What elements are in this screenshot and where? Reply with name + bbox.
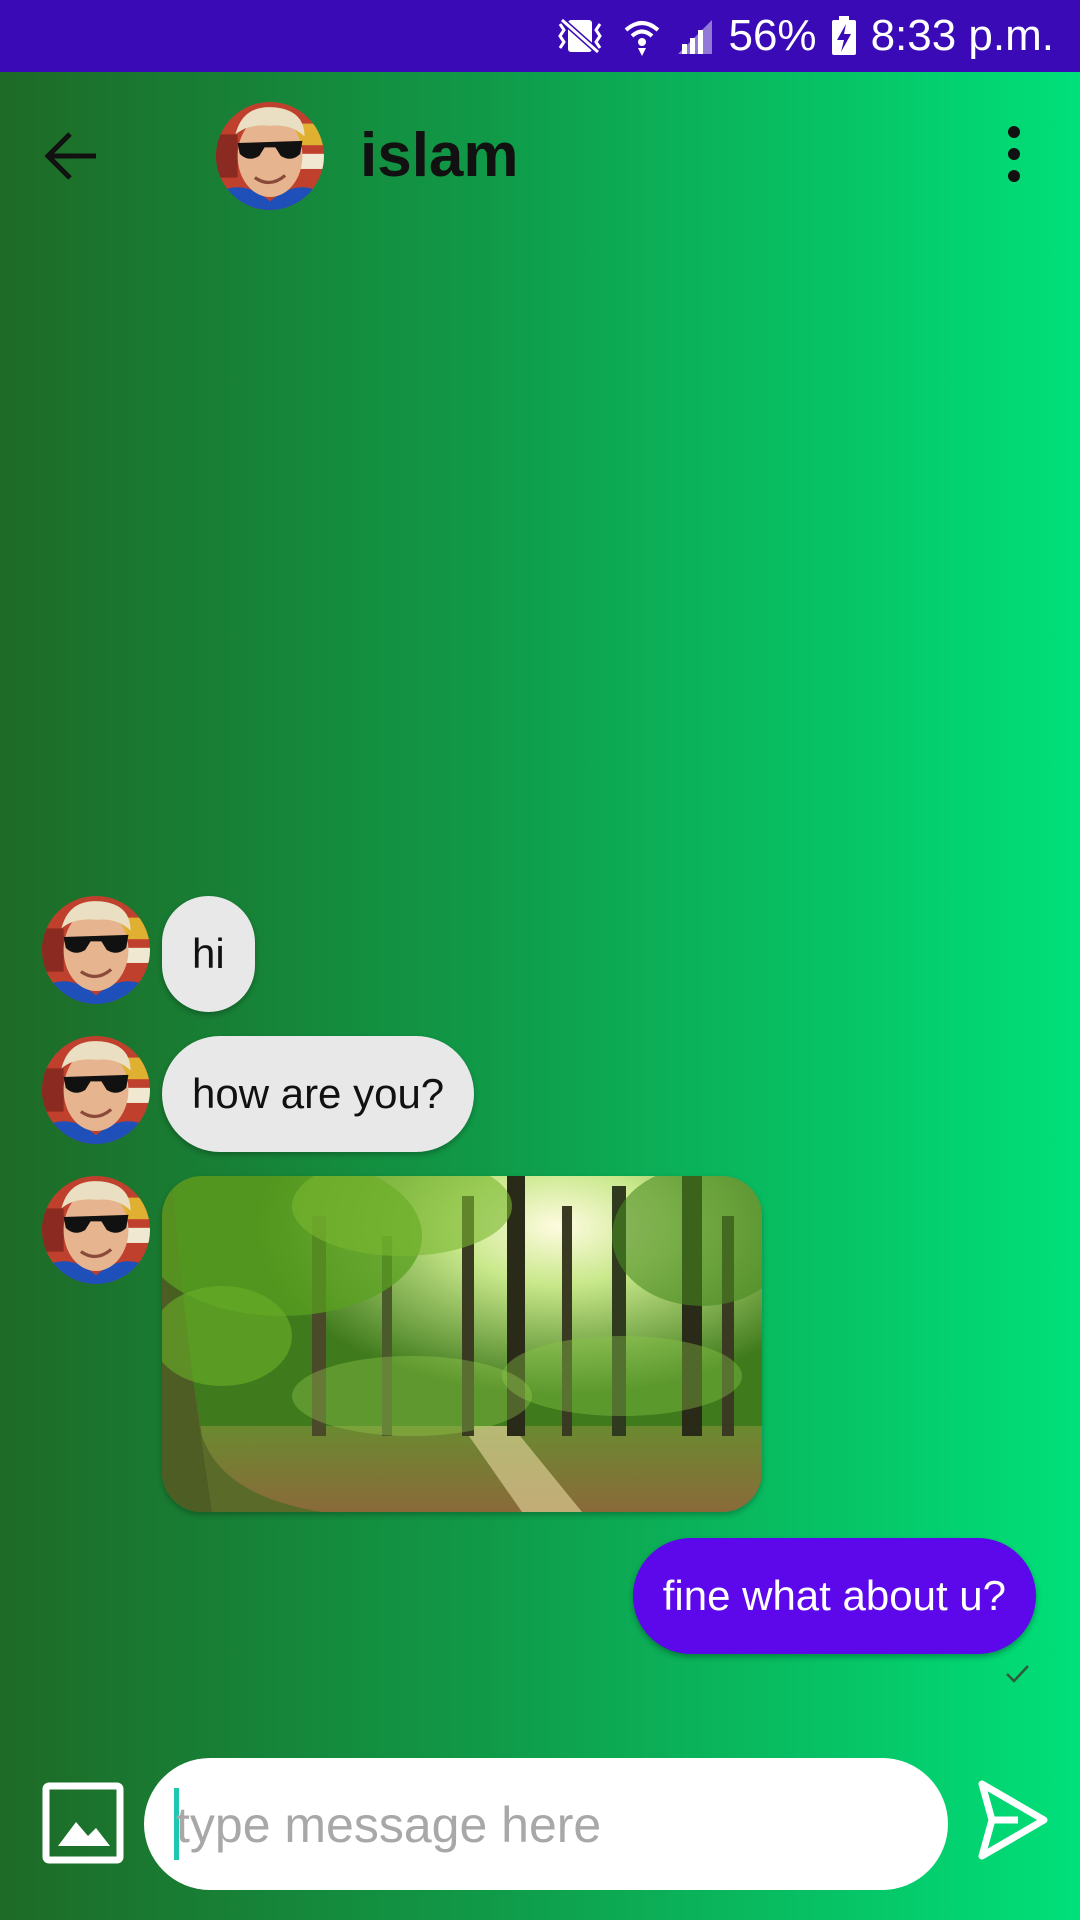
status-icons: 56% 8:33 p.m. — [552, 0, 1054, 72]
battery-percent: 56% — [728, 11, 817, 60]
arrow-back-icon — [44, 132, 96, 180]
attach-image-button[interactable] — [42, 1782, 124, 1864]
chat-toolbar: islam — [0, 72, 1080, 242]
message-input[interactable] — [174, 1758, 918, 1892]
send-button[interactable] — [978, 1780, 1048, 1860]
more-vert-icon — [1008, 126, 1020, 182]
contact-name[interactable]: islam — [360, 121, 519, 190]
signal-icon — [676, 16, 714, 56]
vibrate-icon — [552, 16, 608, 56]
outgoing-message-bubble[interactable]: fine what about u? — [632, 1538, 1036, 1654]
image-icon — [42, 1782, 124, 1864]
sent-check-icon — [1006, 1665, 1029, 1683]
chat-screen: 56% 8:33 p.m. islam hi how are you? fine… — [0, 0, 1080, 1920]
forest-photo[interactable] — [162, 1176, 762, 1512]
clock: 8:33 p.m. — [870, 11, 1054, 60]
back-button[interactable] — [40, 124, 104, 188]
contact-avatar[interactable] — [216, 102, 324, 210]
sender-avatar[interactable] — [42, 1176, 150, 1284]
wifi-icon — [622, 16, 662, 56]
status-bar: 56% 8:33 p.m. — [0, 0, 1080, 72]
more-options-button[interactable] — [982, 122, 1046, 186]
sender-avatar[interactable] — [42, 896, 150, 1004]
battery-charging-icon — [831, 16, 857, 56]
incoming-message-bubble[interactable]: hi — [162, 896, 255, 1012]
message-input-container[interactable] — [144, 1758, 948, 1892]
send-icon — [978, 1780, 1048, 1860]
sender-avatar[interactable] — [42, 1036, 150, 1144]
incoming-message-bubble[interactable]: how are you? — [162, 1036, 475, 1152]
